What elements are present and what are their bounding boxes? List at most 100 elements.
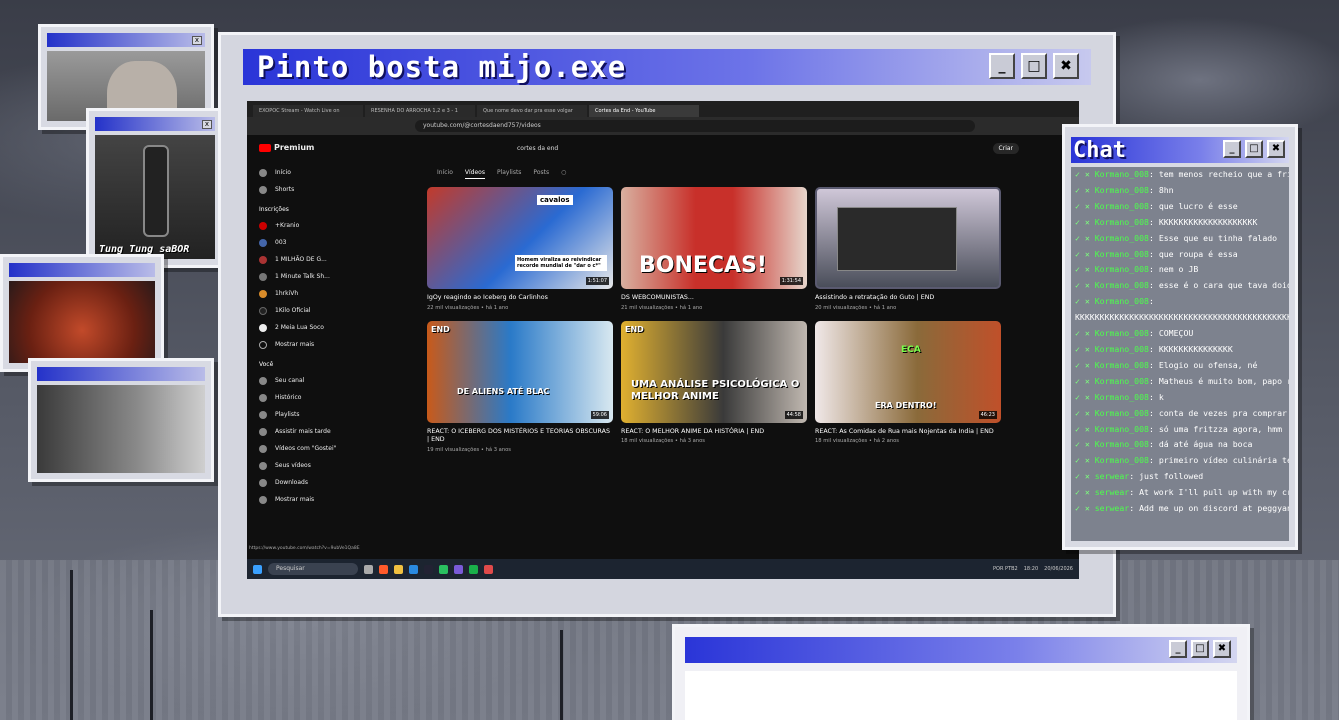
chat-username[interactable]: Kormano_008 (1095, 376, 1149, 386)
browser-tab[interactable]: EXOPOC Stream - Watch Live on (253, 105, 363, 117)
video-title[interactable]: REACT: O MELHOR ANIME DA HISTÓRIA | END (621, 428, 807, 437)
chat-username[interactable]: Kormano_008 (1095, 455, 1149, 465)
webcam-window-3[interactable] (0, 254, 164, 372)
video-card[interactable]: END UMA ANÁLISE PSICOLÓGICA O MELHOR ANI… (621, 320, 807, 453)
webcam-window-2[interactable]: x Tung Tung saBOR (86, 108, 224, 268)
sub-item[interactable]: 1Kilo Oficial (255, 302, 365, 319)
main-window[interactable]: Pinto bosta mijo.exe _ □ ✖ EXOPOC Stream… (218, 32, 1116, 617)
you-item[interactable]: Vídeos com "Gostei" (255, 440, 365, 457)
chat-username[interactable]: Kormano_008 (1095, 392, 1149, 402)
video-title[interactable]: Assistindo a retratação do Guto | END (815, 294, 1001, 303)
close-button[interactable]: ✖ (1213, 640, 1231, 658)
chat-username[interactable]: Kormano_008 (1095, 217, 1149, 227)
language-indicator[interactable]: POR PTB2 (993, 566, 1018, 572)
video-title[interactable]: DS WEBCOMUNISTAS... (621, 294, 807, 303)
chat-window[interactable]: Chat _ □ ✖ ✓ ✕ Kormano_008: tem menos re… (1062, 124, 1298, 550)
you-item[interactable]: Assistir mais tarde (255, 423, 365, 440)
video-thumbnail[interactable]: END UMA ANÁLISE PSICOLÓGICA O MELHOR ANI… (621, 320, 807, 423)
minimize-button[interactable]: _ (1169, 640, 1187, 658)
maximize-button[interactable]: □ (1245, 140, 1263, 158)
chat-username[interactable]: Kormano_008 (1095, 233, 1149, 243)
minimize-button[interactable]: _ (989, 53, 1015, 79)
task-view-icon[interactable] (364, 564, 373, 574)
video-title[interactable]: IgOy reagindo ao Iceberg do Carlinhos (427, 294, 613, 303)
subscriptions-header[interactable]: Inscrições (259, 206, 365, 213)
app-icon[interactable] (484, 564, 493, 574)
minimize-button[interactable]: _ (1223, 140, 1241, 158)
chat-username[interactable]: Kormano_008 (1095, 424, 1149, 434)
close-button[interactable]: ✖ (1267, 140, 1285, 158)
video-title[interactable]: REACT: O ICEBERG DOS MISTÉRIOS E TEORIAS… (427, 428, 613, 445)
you-item[interactable]: Mostrar mais (255, 491, 365, 508)
browser-tab[interactable]: RESENHA DO ARROCHA 1,2 e 3 - 1 (365, 105, 475, 117)
close-button[interactable]: ✖ (1053, 53, 1079, 79)
chat-username[interactable]: Kormano_008 (1095, 439, 1149, 449)
you-item[interactable]: Histórico (255, 389, 365, 406)
chat-username[interactable]: Kormano_008 (1095, 296, 1149, 306)
maximize-button[interactable]: □ (1191, 640, 1209, 658)
url-field[interactable]: youtube.com/@cortesdaend757/videos (415, 120, 975, 132)
sub-item[interactable]: 1hrkiVh (255, 285, 365, 302)
sub-item[interactable]: 2 Meia Lua Soco (255, 319, 365, 336)
video-thumbnail[interactable]: cavalos Homem viraliza ao reivindicar re… (427, 187, 613, 289)
chat-username[interactable]: Kormano_008 (1095, 408, 1149, 418)
video-card[interactable]: ECA ERA DENTRO! 46:23 REACT: As Comidas … (815, 320, 1001, 453)
video-card[interactable]: END DE ALIENS ATÉ BLAC 59:06 REACT: O IC… (427, 320, 613, 453)
video-card[interactable]: Assistindo a retratação do Guto | END 20… (815, 187, 1001, 311)
chat-title-bar[interactable]: Chat _ □ ✖ (1071, 137, 1289, 163)
chat-username[interactable]: Kormano_008 (1095, 249, 1149, 259)
sub-item[interactable]: +Kranio (255, 217, 365, 234)
chat-username[interactable]: Kormano_008 (1095, 280, 1149, 290)
search-icon[interactable]: ○ (561, 169, 566, 179)
video-title[interactable]: REACT: As Comidas de Rua mais Nojentas d… (815, 428, 1001, 437)
chat-username[interactable]: Kormano_008 (1095, 185, 1149, 195)
tab-playlists[interactable]: Playlists (497, 169, 521, 179)
chat-username[interactable]: Kormano_008 (1095, 328, 1149, 338)
you-header[interactable]: Você (259, 361, 365, 368)
nav-shorts[interactable]: Shorts (255, 181, 365, 198)
discord-icon[interactable] (454, 564, 463, 574)
you-item[interactable]: Seus vídeos (255, 457, 365, 474)
create-button[interactable]: Criar (992, 143, 1019, 154)
app-icon[interactable] (439, 564, 448, 574)
sub-item[interactable]: 1 MILHÃO DE G... (255, 251, 365, 268)
title-bar[interactable]: x (47, 33, 205, 47)
video-thumbnail[interactable]: END DE ALIENS ATÉ BLAC 59:06 (427, 320, 613, 423)
nav-home[interactable]: Início (255, 164, 365, 181)
maximize-button[interactable]: □ (1021, 53, 1047, 79)
chat-username[interactable]: serwear (1095, 471, 1130, 481)
title-bar[interactable]: x (95, 117, 215, 131)
youtube-search[interactable]: cortes da end (497, 141, 757, 157)
webcam-window-4[interactable] (28, 358, 214, 482)
you-item[interactable]: Playlists (255, 406, 365, 423)
sub-item[interactable]: 1 Minute Talk Sh... (255, 268, 365, 285)
title-bar[interactable] (9, 263, 155, 277)
video-card[interactable]: cavalos Homem viraliza ao reivindicar re… (427, 187, 613, 311)
you-item[interactable]: Downloads (255, 474, 365, 491)
steam-icon[interactable] (424, 564, 433, 574)
windows-start-icon[interactable] (253, 564, 262, 574)
close-icon[interactable]: x (202, 119, 212, 129)
youtube-logo[interactable]: Premium (259, 143, 365, 152)
video-thumbnail[interactable] (815, 187, 1001, 289)
chat-username[interactable]: Kormano_008 (1095, 264, 1149, 274)
chat-username[interactable]: Kormano_008 (1095, 360, 1149, 370)
chat-username[interactable]: serwear (1095, 487, 1130, 497)
browser-tab[interactable]: Que nome devo dar pra esse volgar (477, 105, 587, 117)
title-bar[interactable]: _ □ ✖ (685, 637, 1237, 663)
browser-tab-active[interactable]: Cortes da End - YouTube (589, 105, 699, 117)
close-icon[interactable]: x (192, 35, 202, 45)
video-thumbnail[interactable]: BONECAS! 1:31:54 (621, 187, 807, 289)
browser-icon[interactable] (379, 564, 388, 574)
sub-item[interactable]: 003 (255, 234, 365, 251)
chat-username[interactable]: serwear (1095, 503, 1130, 513)
video-card[interactable]: BONECAS! 1:31:54 DS WEBCOMUNISTAS... 21 … (621, 187, 807, 311)
empty-window[interactable]: _ □ ✖ (672, 624, 1250, 720)
chat-username[interactable]: Kormano_008 (1095, 201, 1149, 211)
clock-date[interactable]: 20/06/2026 (1044, 566, 1073, 572)
folder-icon[interactable] (394, 564, 403, 574)
show-more-subs[interactable]: Mostrar mais (255, 336, 365, 353)
tab-videos[interactable]: Vídeos (464, 169, 485, 179)
chat-username[interactable]: Kormano_008 (1095, 344, 1149, 354)
excel-icon[interactable] (469, 564, 478, 574)
